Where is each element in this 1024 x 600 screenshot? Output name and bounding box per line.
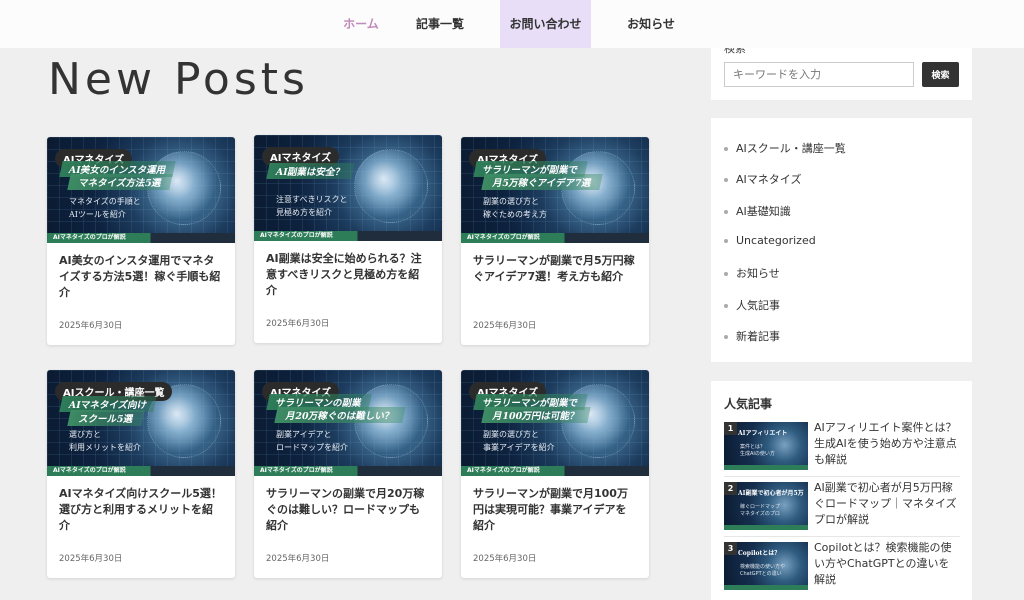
popular-thumbnail[interactable]: 2 AI副業で初心者が月5万 稼ぐロードマップ マネタイズのプロ bbox=[724, 482, 808, 530]
thumbnail-strip: AIマネタイズのプロが解説 bbox=[260, 467, 333, 474]
category-link[interactable]: 新着記事 bbox=[724, 328, 780, 344]
post-thumbnail[interactable]: AIマネタイズ AI副業は安全？ 注意すべきリスクと 見極め方を紹介 AIマネタ… bbox=[254, 135, 442, 241]
category-link[interactable]: AIスクール・講座一覧 bbox=[724, 140, 846, 156]
post-title[interactable]: AIマネタイズ向けスクール5選！選び方と利用するメリットを紹介 bbox=[47, 476, 235, 542]
thumbnail-subtitle: マネタイズの手順と AIツールを紹介 bbox=[69, 197, 141, 219]
category-link[interactable]: 人気記事 bbox=[724, 297, 780, 313]
divider bbox=[724, 476, 960, 477]
nav-articles[interactable]: 記事一覧 bbox=[400, 0, 480, 48]
page-title: New Posts bbox=[48, 54, 309, 105]
post-title[interactable]: サラリーマンが副業で月100万円は実現可能？事業アイデアを紹介 bbox=[461, 476, 649, 542]
globe-graphic bbox=[354, 149, 428, 223]
category-link[interactable]: AI基礎知識 bbox=[724, 203, 791, 219]
post-card[interactable]: AIマネタイズ サラリーマンが副業で 月100万円は可能？ 副業の選び方と 事業… bbox=[461, 370, 649, 578]
nav-home[interactable]: ホーム bbox=[324, 0, 398, 48]
post-title[interactable]: サラリーマンの副業で月20万稼ぐのは難しい？ロードマップも紹介 bbox=[254, 476, 442, 542]
bullet-icon bbox=[724, 210, 728, 214]
post-thumbnail[interactable]: AIスクール・講座一覧 AIマネタイズ向け スクール5選 選び方と 利用メリット… bbox=[47, 370, 235, 476]
popular-title[interactable]: AI副業で初心者が月5万円稼ぐロードマップ｜マネタイズプロが解説 bbox=[814, 480, 960, 528]
post-thumbnail[interactable]: AIマネタイズ AI美女のインスタ運用 マネタイズ方法5選 マネタイズの手順と … bbox=[47, 137, 235, 243]
top-navigation: ホーム 記事一覧 お問い合わせ お知らせ bbox=[0, 0, 1024, 48]
post-date: 2025年6月30日 bbox=[266, 319, 330, 329]
thumbnail-subtitle: 検索機能の使い方や ChatGPTとの違い bbox=[740, 564, 786, 577]
popular-item[interactable]: 3 Copilotとは？ 検索機能の使い方や ChatGPTとの違い Copil… bbox=[724, 540, 960, 596]
post-card[interactable]: AIマネタイズ サラリーマンが副業で 月5万稼ぐアイデア7選 副業の選び方と 稼… bbox=[461, 137, 649, 345]
thumbnail-subtitle: 副業の選び方と 事業アイデアを紹介 bbox=[483, 430, 555, 452]
nav-contact[interactable]: お問い合わせ bbox=[500, 0, 591, 48]
thumbnail-strip: AIマネタイズのプロが解説 bbox=[53, 234, 126, 241]
bullet-icon bbox=[724, 178, 728, 182]
post-card[interactable]: AIスクール・講座一覧 AIマネタイズ向け スクール5選 選び方と 利用メリット… bbox=[47, 370, 235, 578]
post-date: 2025年6月30日 bbox=[59, 554, 123, 564]
thumbnail-headline: AIアフィリエイト bbox=[738, 430, 788, 437]
category-link[interactable]: お知らせ bbox=[724, 265, 780, 281]
post-date: 2025年6月30日 bbox=[473, 554, 537, 564]
popular-thumbnail[interactable]: 1 AIアフィリエイト 案件とは？ 生成AIの使い方 bbox=[724, 422, 808, 470]
popular-item[interactable]: 2 AI副業で初心者が月5万 稼ぐロードマップ マネタイズのプロ AI副業で初心… bbox=[724, 480, 960, 536]
popular-title[interactable]: AIアフィリエイト案件とは？生成AIを使う始め方や注意点も解説 bbox=[814, 420, 960, 468]
popular-title[interactable]: Copilotとは？検索機能の使い方やChatGPTとの違いを解説 bbox=[814, 540, 960, 588]
rank-badge: 2 bbox=[724, 482, 737, 495]
thumbnail-headline-2: 月100万円は可能？ bbox=[481, 407, 592, 423]
post-thumbnail[interactable]: AIマネタイズ サラリーマンが副業で 月100万円は可能？ 副業の選び方と 事業… bbox=[461, 370, 649, 476]
thumbnail-headline: AI副業で初心者が月5万 bbox=[738, 490, 804, 497]
post-title[interactable]: サラリーマンが副業で月5万円稼ぐアイデア7選！考え方も紹介 bbox=[461, 243, 649, 309]
rank-badge: 1 bbox=[724, 422, 737, 435]
search-input[interactable] bbox=[724, 62, 914, 87]
rank-badge: 3 bbox=[724, 542, 737, 555]
thumbnail-strip: AIマネタイズのプロが解説 bbox=[53, 467, 126, 474]
thumbnail-strip: AIマネタイズのプロが解説 bbox=[260, 232, 333, 239]
thumbnail-headline-2: スクール5選 bbox=[67, 410, 145, 426]
thumbnail-strip: AIマネタイズのプロが解説 bbox=[467, 234, 540, 241]
post-card[interactable]: AIマネタイズ サラリーマンの副業 月20万稼ぐのは難しい？ 副業アイデアと ロ… bbox=[254, 370, 442, 578]
thumbnail-headline-2: 月20万稼ぐのは難しい？ bbox=[274, 407, 406, 423]
nav-news[interactable]: お知らせ bbox=[610, 0, 692, 48]
post-title[interactable]: AI副業は安全に始められる？注意すべきリスクと見極め方を紹介 bbox=[254, 241, 442, 307]
post-title[interactable]: AI美女のインスタ運用でマネタイズする方法5選！稼ぐ手順も紹介 bbox=[47, 243, 235, 309]
popular-thumbnail[interactable]: 3 Copilotとは？ 検索機能の使い方や ChatGPTとの違い bbox=[724, 542, 808, 590]
post-date: 2025年6月30日 bbox=[473, 321, 537, 331]
bullet-icon bbox=[724, 239, 728, 243]
bullet-icon bbox=[724, 272, 728, 276]
popular-heading: 人気記事 bbox=[724, 397, 773, 411]
thumbnail-headline: AI副業は安全？ bbox=[266, 163, 355, 179]
post-date: 2025年6月30日 bbox=[59, 321, 123, 331]
thumbnail-headline-2: マネタイズ方法5選 bbox=[67, 174, 174, 190]
thumbnail-headline: Copilotとは？ bbox=[738, 550, 781, 557]
search-button[interactable]: 検索 bbox=[922, 62, 959, 87]
post-card[interactable]: AIマネタイズ AI美女のインスタ運用 マネタイズ方法5選 マネタイズの手順と … bbox=[47, 137, 235, 345]
popular-item[interactable]: 1 AIアフィリエイト 案件とは？ 生成AIの使い方 AIアフィリエイト案件とは… bbox=[724, 420, 960, 476]
thumbnail-subtitle: 副業アイデアと ロードマップを紹介 bbox=[276, 430, 348, 452]
bullet-icon bbox=[724, 335, 728, 339]
post-thumbnail[interactable]: AIマネタイズ サラリーマンが副業で 月5万稼ぐアイデア7選 副業の選び方と 稼… bbox=[461, 137, 649, 243]
thumbnail-subtitle: 注意すべきリスクと 見極め方を紹介 bbox=[276, 195, 348, 217]
divider bbox=[724, 536, 960, 537]
thumbnail-subtitle: 案件とは？ 生成AIの使い方 bbox=[740, 444, 775, 457]
bullet-icon bbox=[724, 147, 728, 151]
bullet-icon bbox=[724, 304, 728, 308]
post-thumbnail[interactable]: AIマネタイズ サラリーマンの副業 月20万稼ぐのは難しい？ 副業アイデアと ロ… bbox=[254, 370, 442, 476]
thumbnail-subtitle: 副業の選び方と 稼ぐための考え方 bbox=[483, 197, 547, 219]
thumbnail-subtitle: 稼ぐロードマップ マネタイズのプロ bbox=[740, 504, 781, 517]
category-link[interactable]: AIマネタイズ bbox=[724, 171, 801, 187]
thumbnail-headline-2: 月5万稼ぐアイデア7選 bbox=[481, 174, 603, 190]
thumbnail-strip: AIマネタイズのプロが解説 bbox=[467, 467, 540, 474]
thumbnail-subtitle: 選び方と 利用メリットを紹介 bbox=[69, 430, 141, 452]
post-card[interactable]: AIマネタイズ AI副業は安全？ 注意すべきリスクと 見極め方を紹介 AIマネタ… bbox=[254, 135, 442, 343]
category-link[interactable]: Uncategorized bbox=[724, 234, 816, 247]
post-date: 2025年6月30日 bbox=[266, 554, 330, 564]
